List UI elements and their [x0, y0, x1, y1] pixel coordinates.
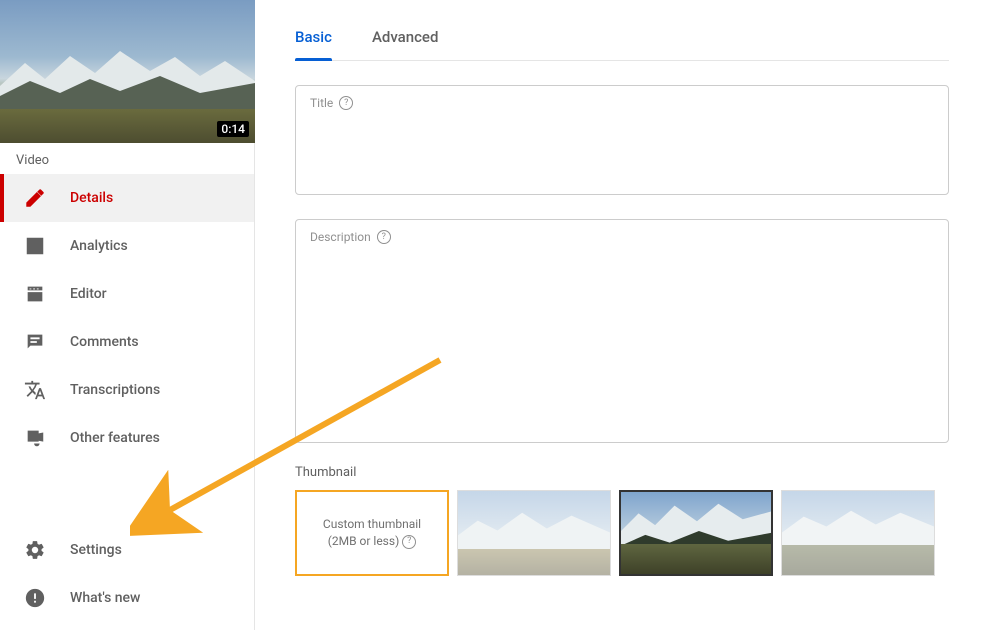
sidebar: 0:14 Video Details Analytics Editor: [0, 0, 255, 630]
sidebar-item-settings[interactable]: Settings: [0, 526, 254, 574]
sidebar-item-label: What's new: [70, 590, 140, 606]
features-icon: [24, 427, 46, 449]
custom-thumbnail-line2: (2MB or less)?: [328, 534, 417, 549]
custom-thumbnail-option[interactable]: Custom thumbnail (2MB or less)?: [295, 490, 449, 576]
help-icon[interactable]: ?: [339, 96, 353, 110]
comments-icon: [24, 331, 46, 353]
description-field[interactable]: Description ?: [295, 219, 949, 443]
sidebar-item-label: Other features: [70, 430, 160, 446]
pencil-icon: [24, 187, 46, 209]
help-icon[interactable]: ?: [377, 230, 391, 244]
sidebar-item-comments[interactable]: Comments: [0, 318, 254, 366]
sidebar-item-analytics[interactable]: Analytics: [0, 222, 254, 270]
thumbnail-option-2[interactable]: [619, 490, 773, 576]
thumbnail-option-1[interactable]: [457, 490, 611, 576]
editor-icon: [24, 283, 46, 305]
translate-icon: [24, 379, 46, 401]
title-label: Title: [310, 96, 333, 110]
sidebar-section-label: Video: [0, 143, 254, 174]
thumbnail-option-3[interactable]: [781, 490, 935, 576]
tab-basic[interactable]: Basic: [295, 28, 332, 60]
whats-new-icon: [24, 587, 46, 609]
sidebar-item-label: Settings: [70, 542, 122, 558]
help-icon[interactable]: ?: [402, 535, 416, 549]
sidebar-item-other-features[interactable]: Other features: [0, 414, 254, 462]
sidebar-bottom-nav: Settings What's new: [0, 526, 254, 630]
custom-thumbnail-line1: Custom thumbnail: [323, 517, 421, 531]
main-content: Basic Advanced Title ? Description ? Thu…: [255, 0, 989, 630]
sidebar-item-label: Analytics: [70, 238, 128, 254]
tabs: Basic Advanced: [295, 0, 949, 61]
gear-icon: [24, 539, 46, 561]
sidebar-item-label: Details: [70, 190, 113, 206]
video-preview[interactable]: 0:14: [0, 0, 255, 143]
sidebar-nav: Details Analytics Editor Comments: [0, 174, 254, 526]
thumbnail-section-label: Thumbnail: [295, 465, 949, 480]
tab-advanced[interactable]: Advanced: [372, 28, 438, 60]
description-field-head: Description ?: [310, 230, 934, 244]
title-field[interactable]: Title ?: [295, 85, 949, 195]
sidebar-item-transcriptions[interactable]: Transcriptions: [0, 366, 254, 414]
thumbnail-row: Custom thumbnail (2MB or less)?: [295, 490, 949, 576]
sidebar-item-editor[interactable]: Editor: [0, 270, 254, 318]
sidebar-item-label: Transcriptions: [70, 382, 160, 398]
duration-badge: 0:14: [217, 121, 249, 137]
sidebar-item-label: Comments: [70, 334, 139, 350]
description-label: Description: [310, 230, 371, 244]
sidebar-item-whats-new[interactable]: What's new: [0, 574, 254, 622]
analytics-icon: [24, 235, 46, 257]
sidebar-item-details[interactable]: Details: [0, 174, 254, 222]
title-field-head: Title ?: [310, 96, 934, 110]
sidebar-item-label: Editor: [70, 286, 107, 302]
